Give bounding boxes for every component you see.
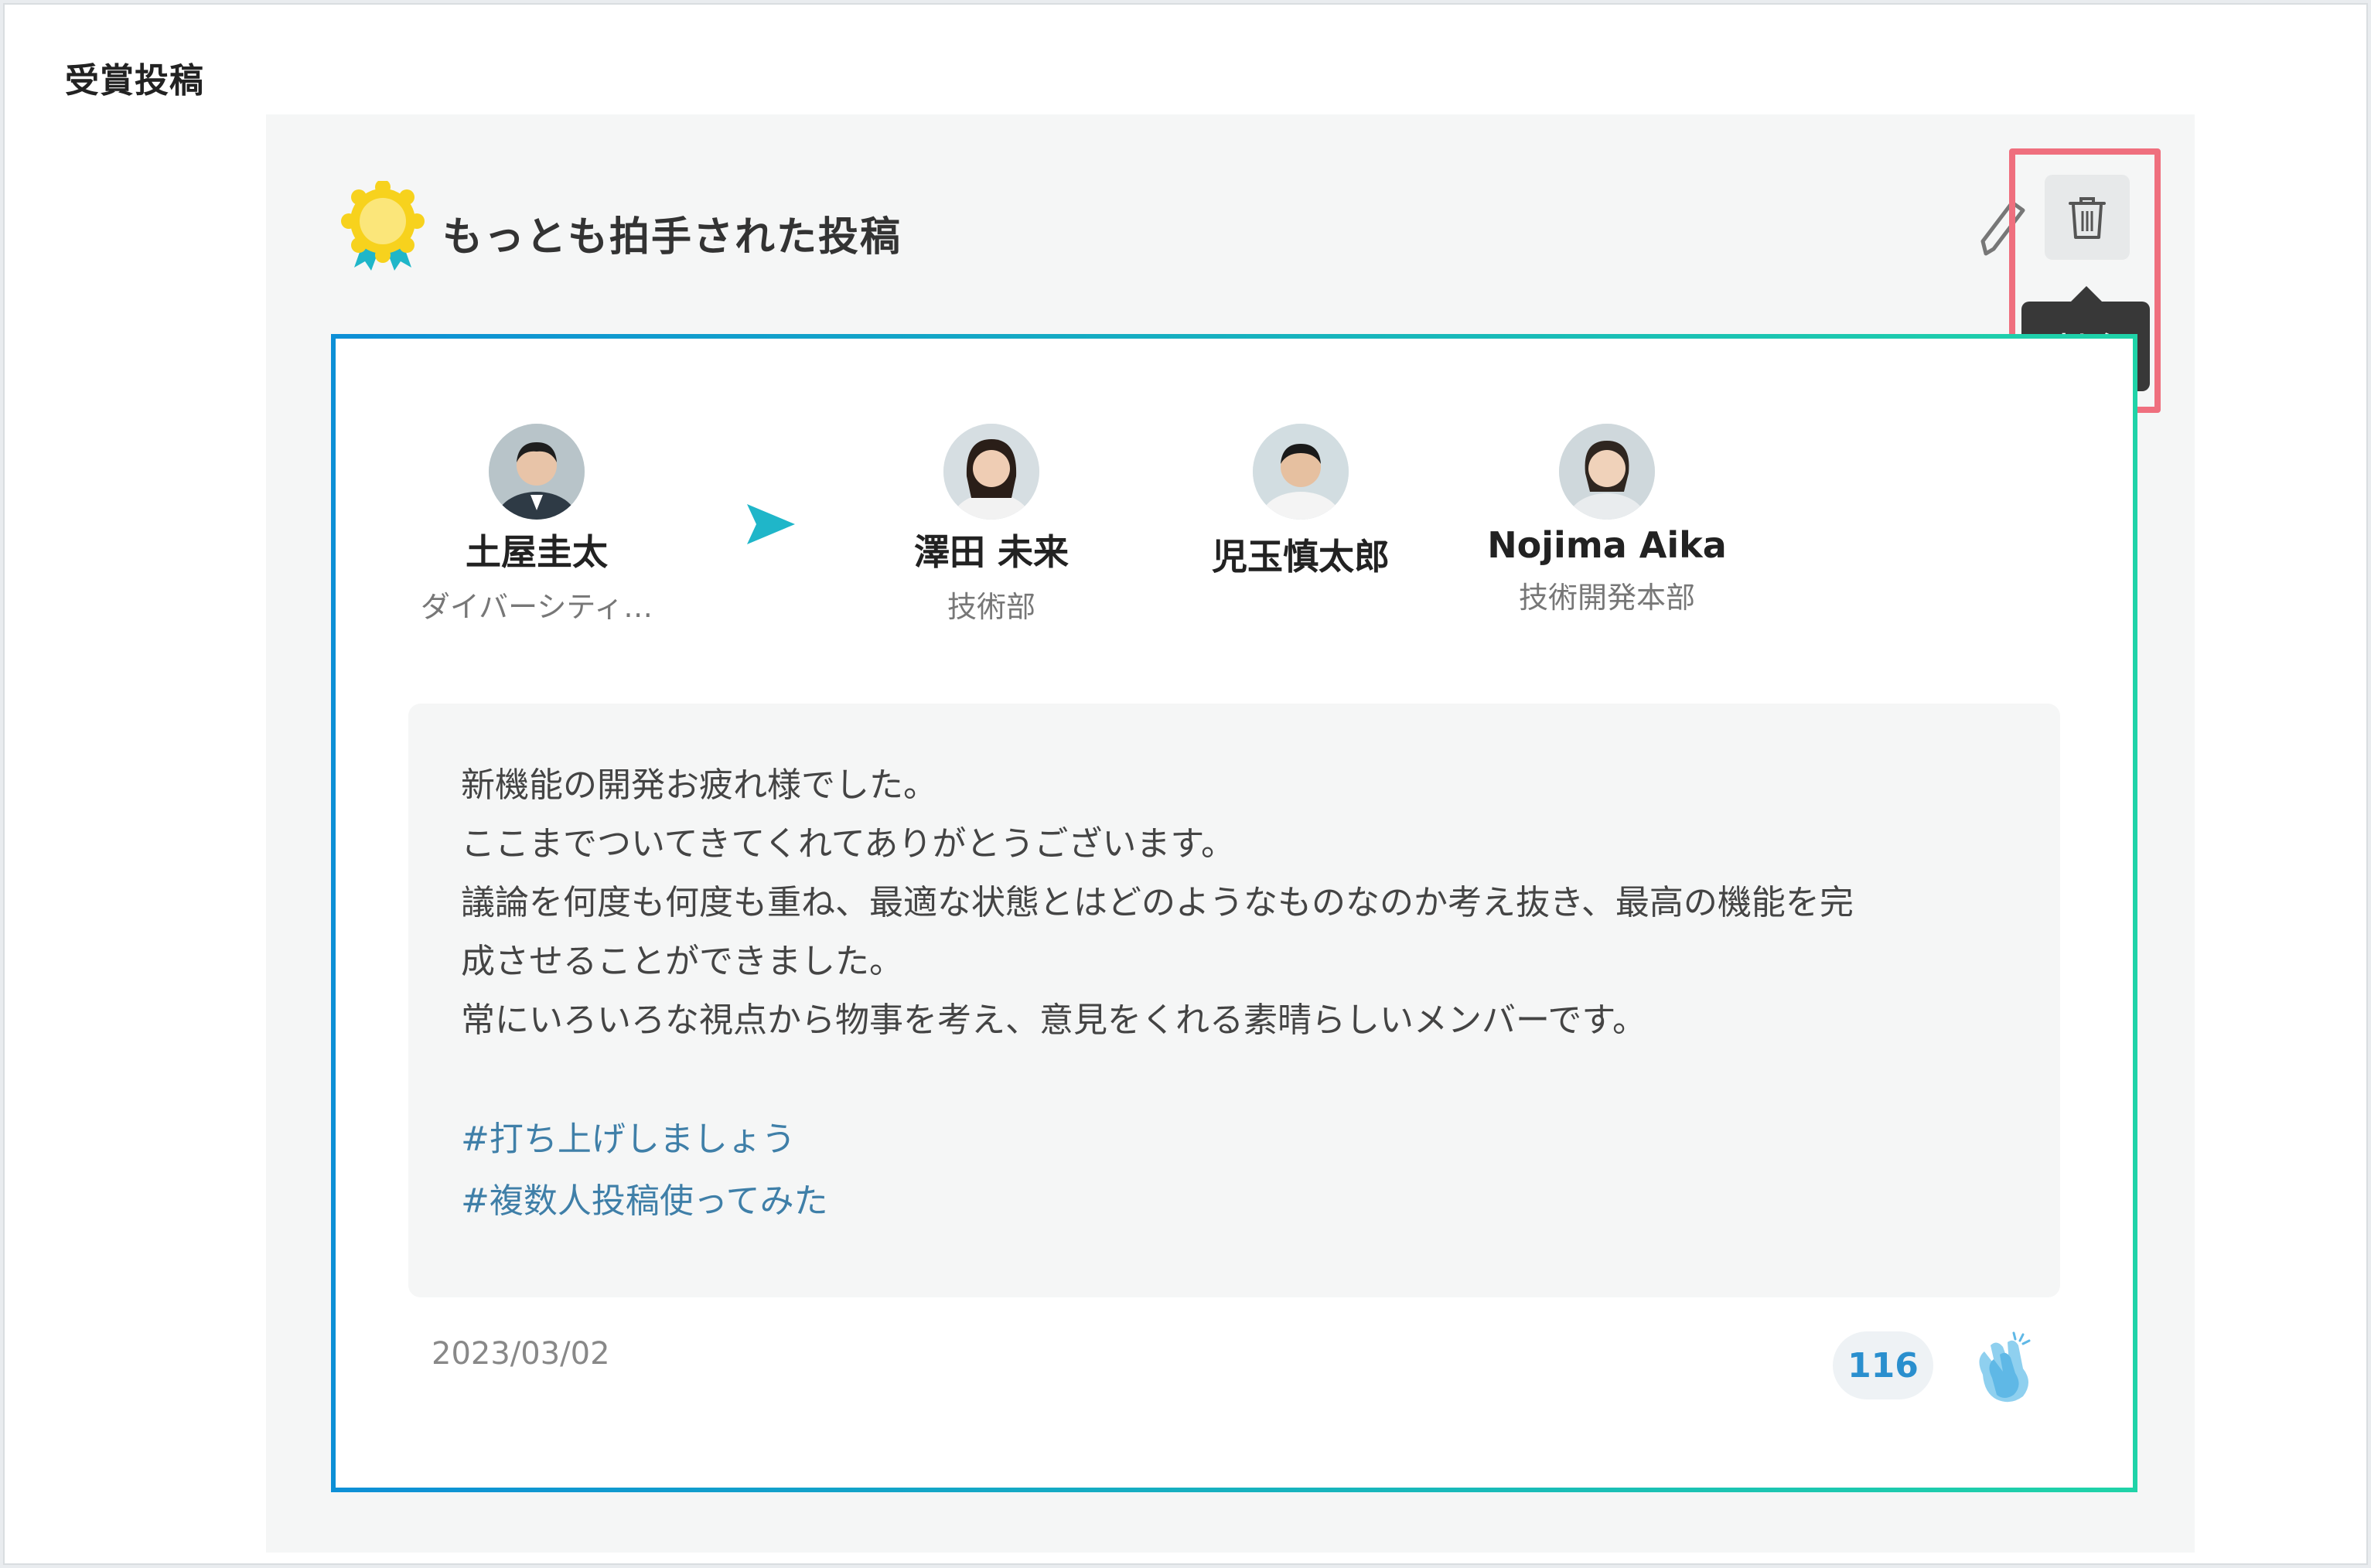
clap-hands-icon[interactable] <box>1967 1328 2037 1406</box>
award-medal-icon <box>341 181 425 271</box>
sender-name: 土屋圭太 <box>466 531 608 573</box>
recipient-2[interactable]: 児玉慎太郎 <box>1162 424 1440 588</box>
award-title: もっとも拍手された投稿 <box>442 214 902 261</box>
recipient-department: 技術開発本部 <box>1518 581 1695 615</box>
trash-icon <box>2069 197 2106 239</box>
message-line: 議論を何度も何度も重ね、最適な状態とはどのようなものなのか考え抜き、最高の機能を… <box>461 883 1854 922</box>
recipient-3[interactable]: Nojima Aika 技術開発本部 <box>1468 424 1746 616</box>
message-body: 新機能の開発お疲れ様でした。 ここまでついてきてくれてありがとうございます。 議… <box>408 704 2060 1297</box>
section-title: 受賞投稿 <box>65 61 204 101</box>
avatar <box>943 424 1039 520</box>
recipient-name: Nojima Aika <box>1487 524 1727 566</box>
post-card[interactable]: 土屋圭太 ダイバーシティ… 澤田 未来 技術部 児玉慎太郎 Nojima Aik… <box>331 334 2137 1492</box>
avatar <box>1559 424 1655 520</box>
avatar <box>1253 424 1349 520</box>
recipient-department: 技術部 <box>947 590 1035 624</box>
delete-button[interactable] <box>2045 175 2130 260</box>
avatar <box>489 424 585 520</box>
page-frame: 受賞投稿 もっとも拍手された投稿 土屋圭太 ダイバーシティ… 澤田 未来 技術部… <box>3 3 2368 1565</box>
recipient-1[interactable]: 澤田 未来 技術部 <box>852 424 1131 625</box>
sender[interactable]: 土屋圭太 ダイバーシティ… <box>397 424 676 625</box>
message-line: 新機能の開発お疲れ様でした。 <box>461 765 937 805</box>
sender-department: ダイバーシティ… <box>420 590 653 624</box>
recipient-name: 澤田 未来 <box>913 531 1069 573</box>
message-line: ここまでついてきてくれてありがとうございます。 <box>461 824 1235 864</box>
clap-count-badge[interactable]: 116 <box>1833 1331 1933 1399</box>
hashtag-link[interactable]: #打ち上げしましょう <box>461 1109 2008 1171</box>
message-line: 常にいろいろな視点から物事を考え、意見をくれる素晴らしいメンバーです。 <box>461 1000 1646 1040</box>
message-line: 成させることができました。 <box>461 942 903 981</box>
recipient-name: 児玉慎太郎 <box>1212 536 1390 578</box>
post-date: 2023/03/02 <box>432 1336 610 1372</box>
hashtag-link[interactable]: #複数人投稿使ってみた <box>461 1171 2008 1232</box>
send-arrow-icon <box>747 504 795 544</box>
award-post-panel: もっとも拍手された投稿 削除 <box>266 114 2195 1553</box>
